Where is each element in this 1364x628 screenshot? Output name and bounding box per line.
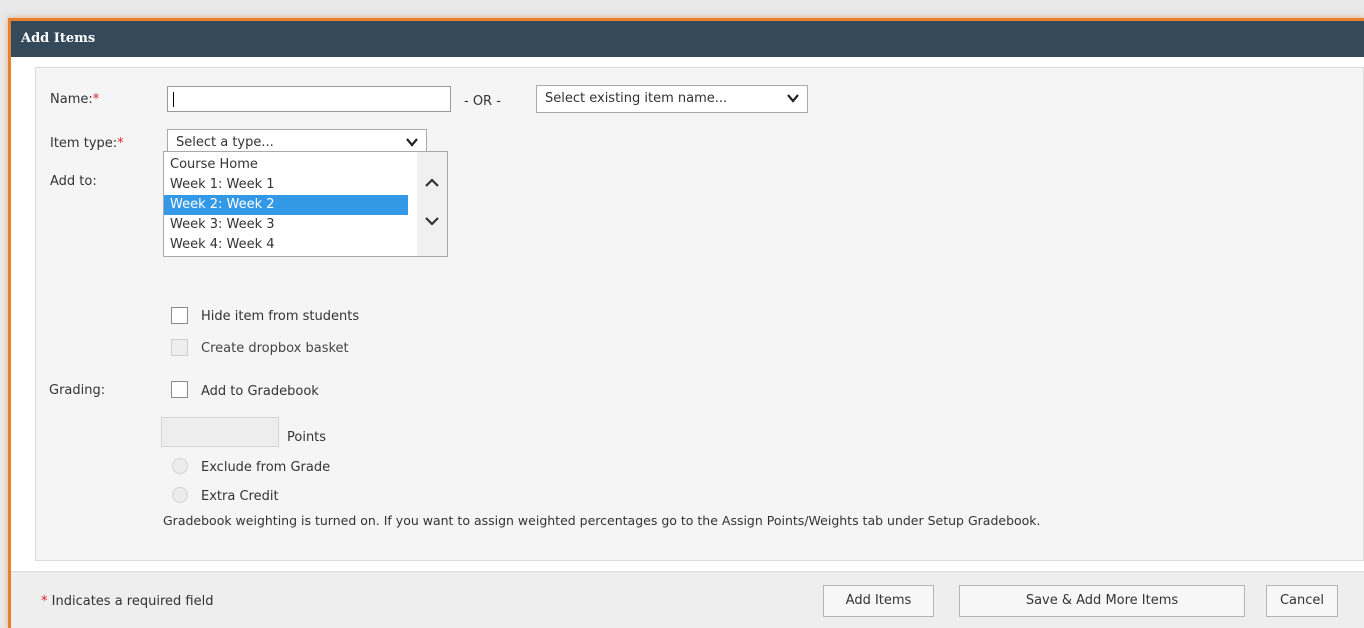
list-item[interactable]: Week 4: Week 4 <box>164 235 408 255</box>
weighting-note: Gradebook weighting is turned on. If you… <box>163 513 1041 528</box>
grading-label: Grading: <box>49 383 106 398</box>
required-field-note-text: Indicates a required field <box>51 594 214 609</box>
save-add-more-button[interactable]: Save & Add More Items <box>959 585 1245 617</box>
listbox-scrollbar[interactable] <box>417 152 447 256</box>
chevron-down-icon <box>406 138 418 147</box>
existing-item-select[interactable]: Select existing item name... <box>536 85 808 113</box>
exclude-from-grade-label: Exclude from Grade <box>201 460 331 475</box>
chevron-down-icon <box>787 94 799 103</box>
existing-item-select-value: Select existing item name... <box>545 91 728 106</box>
name-label: Name:* <box>50 92 99 107</box>
required-marker: * <box>117 136 124 151</box>
points-input[interactable] <box>161 417 279 447</box>
scroll-down-icon[interactable] <box>425 216 439 226</box>
item-type-label-text: Item type: <box>50 136 118 151</box>
extra-credit-radio[interactable] <box>172 487 188 503</box>
add-to-gradebook-checkbox[interactable] <box>171 381 188 398</box>
extra-credit-label: Extra Credit <box>201 489 279 504</box>
add-to-gradebook-label: Add to Gradebook <box>201 384 319 399</box>
dialog-footer: * Indicates a required field Add Items S… <box>11 571 1364 628</box>
name-input[interactable] <box>167 86 451 112</box>
required-marker: * <box>41 594 48 609</box>
dialog-title: Add Items <box>11 21 1364 57</box>
list-item[interactable]: Course Home <box>164 155 408 175</box>
list-item[interactable]: Week 3: Week 3 <box>164 215 408 235</box>
add-items-dialog: Add Items Name:* - OR - Select existing … <box>8 18 1364 628</box>
dropbox-label: Create dropbox basket <box>201 341 349 356</box>
dropbox-checkbox[interactable] <box>171 339 188 356</box>
text-cursor <box>173 92 174 107</box>
hide-item-checkbox[interactable] <box>171 307 188 324</box>
listbox-options: Course Home Week 1: Week 1 Week 2: Week … <box>164 152 447 255</box>
list-item-selected[interactable]: Week 2: Week 2 <box>164 195 408 215</box>
cancel-button[interactable]: Cancel <box>1266 585 1338 617</box>
exclude-from-grade-radio[interactable] <box>172 458 188 474</box>
required-field-note: * Indicates a required field <box>41 594 213 609</box>
scroll-up-icon[interactable] <box>425 178 439 188</box>
points-label: Points <box>287 430 327 445</box>
list-item[interactable]: Week 1: Week 1 <box>164 175 408 195</box>
add-to-listbox[interactable]: Course Home Week 1: Week 1 Week 2: Week … <box>163 151 448 257</box>
add-items-button[interactable]: Add Items <box>823 585 934 617</box>
name-label-text: Name: <box>50 92 93 107</box>
hide-item-label: Hide item from students <box>201 309 360 324</box>
item-type-select-value: Select a type... <box>176 135 274 150</box>
or-separator: - OR - <box>464 94 501 109</box>
item-type-label: Item type:* <box>50 136 124 151</box>
add-to-label: Add to: <box>50 174 97 189</box>
required-marker: * <box>92 92 100 107</box>
